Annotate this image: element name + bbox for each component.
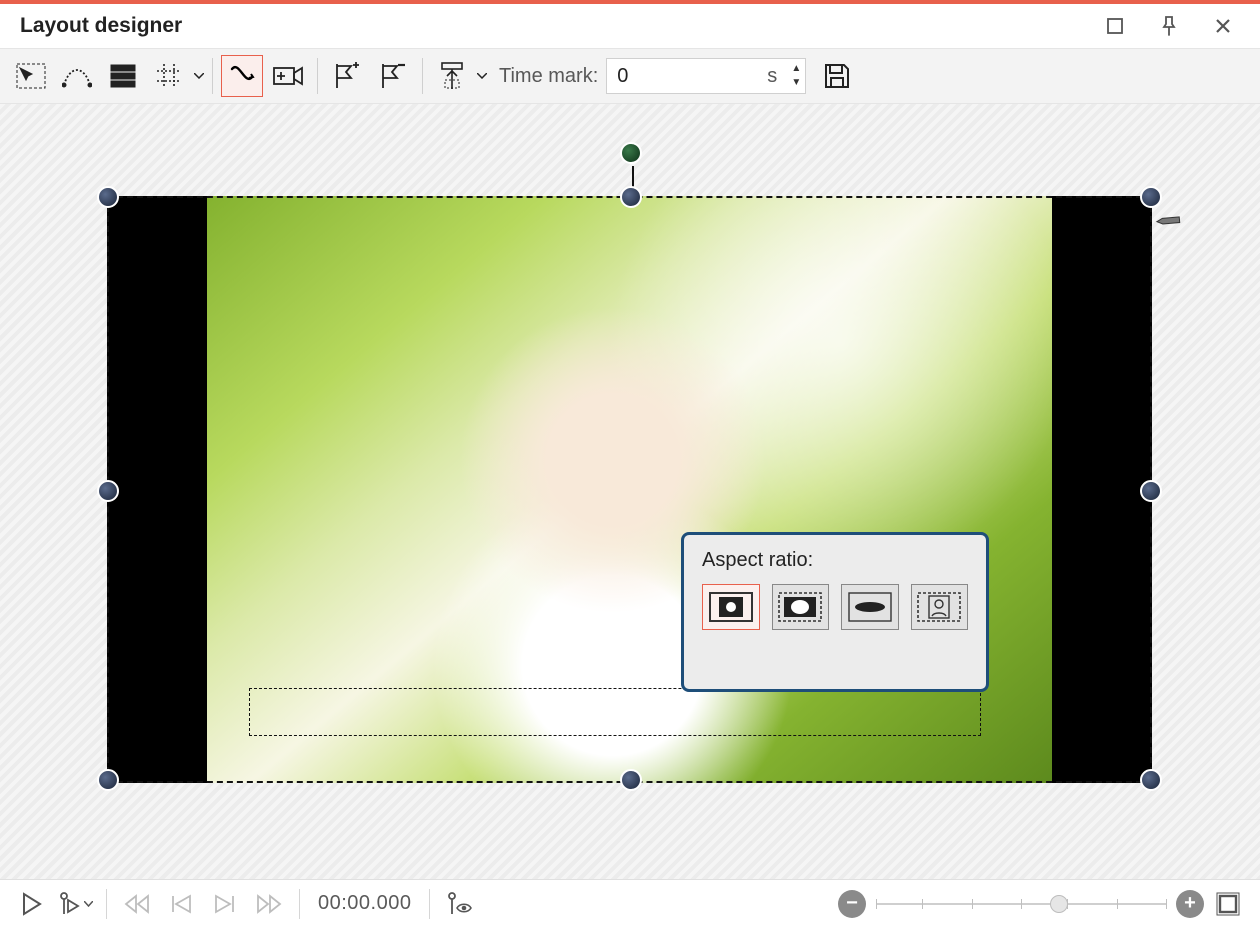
- toolbar-separator: [422, 58, 423, 94]
- pin-button[interactable]: [1142, 6, 1196, 46]
- align-dropdown[interactable]: [429, 55, 489, 97]
- chevron-down-icon: [84, 901, 93, 907]
- bar-separator: [299, 889, 300, 919]
- aspect-ratio-title: Aspect ratio:: [702, 549, 968, 572]
- resize-handle-bottom-left[interactable]: [97, 769, 119, 791]
- pan-zoom-tool-button[interactable]: [221, 55, 263, 97]
- chevron-down-icon[interactable]: [475, 73, 489, 79]
- layers-tool-button[interactable]: [102, 55, 144, 97]
- selection-tool-button[interactable]: [10, 55, 52, 97]
- resize-handle-top-mid[interactable]: [620, 186, 642, 208]
- keyframe-remove-button[interactable]: [372, 55, 414, 97]
- time-mark-label: Time mark:: [499, 65, 598, 88]
- play-range-dropdown[interactable]: [58, 886, 94, 922]
- resize-handle-left-mid[interactable]: [97, 480, 119, 502]
- prev-frame-button[interactable]: [163, 886, 199, 922]
- window-title: Layout designer: [20, 14, 1088, 38]
- resize-handle-bottom-mid[interactable]: [620, 769, 642, 791]
- toolbar-separator: [212, 58, 213, 94]
- playback-bar: 00:00.000 − +: [0, 879, 1260, 927]
- aspect-ratio-panel: Aspect ratio:: [681, 532, 989, 692]
- add-camera-button[interactable]: [267, 55, 309, 97]
- time-mark-input[interactable]: [617, 65, 717, 88]
- fast-forward-button[interactable]: [251, 886, 287, 922]
- spin-down-button[interactable]: ▼: [791, 75, 801, 89]
- time-mark-field[interactable]: s ▲ ▼: [606, 58, 806, 94]
- aspect-option-letterbox[interactable]: [841, 584, 899, 630]
- visibility-marker-button[interactable]: [442, 886, 478, 922]
- fast-rewind-button[interactable]: [119, 886, 155, 922]
- fit-to-window-button[interactable]: [1210, 886, 1246, 922]
- resize-handle-top-left[interactable]: [97, 186, 119, 208]
- spin-up-button[interactable]: ▲: [791, 61, 801, 75]
- timecode-display: 00:00.000: [318, 892, 411, 915]
- bar-separator: [106, 889, 107, 919]
- app-window: Layout designer: [0, 0, 1260, 927]
- rotation-pivot-handle[interactable]: [620, 142, 642, 164]
- close-button[interactable]: [1196, 6, 1250, 46]
- aspect-option-keep[interactable]: [702, 584, 760, 630]
- resize-handle-bottom-right[interactable]: [1140, 769, 1162, 791]
- bar-separator: [429, 889, 430, 919]
- grid-tool-button[interactable]: [148, 55, 190, 97]
- grid-tool-dropdown[interactable]: [146, 55, 206, 97]
- edit-appearance-icon[interactable]: [1149, 204, 1186, 242]
- chevron-down-icon[interactable]: [192, 73, 206, 79]
- aspect-option-face[interactable]: [911, 584, 969, 630]
- maximize-button[interactable]: [1088, 6, 1142, 46]
- zoom-slider[interactable]: [876, 889, 1166, 919]
- zoom-slider-thumb[interactable]: [1050, 895, 1068, 913]
- aspect-option-crop[interactable]: [772, 584, 830, 630]
- zoom-in-button[interactable]: +: [1176, 890, 1204, 918]
- caption-placeholder-rect[interactable]: [249, 688, 981, 736]
- resize-handle-right-mid[interactable]: [1140, 480, 1162, 502]
- align-tool-button[interactable]: [431, 55, 473, 97]
- time-unit-label: s: [767, 65, 777, 88]
- titlebar: Layout designer: [0, 4, 1260, 48]
- canvas-area[interactable]: Aspect ratio:: [0, 104, 1260, 879]
- next-frame-button[interactable]: [207, 886, 243, 922]
- curve-tool-button[interactable]: [56, 55, 98, 97]
- toolbar-separator: [317, 58, 318, 94]
- save-button[interactable]: [816, 55, 858, 97]
- zoom-out-button[interactable]: −: [838, 890, 866, 918]
- keyframe-add-button[interactable]: [326, 55, 368, 97]
- play-button[interactable]: [14, 886, 50, 922]
- toolbar: Time mark: s ▲ ▼: [0, 48, 1260, 104]
- resize-handle-top-right[interactable]: [1140, 186, 1162, 208]
